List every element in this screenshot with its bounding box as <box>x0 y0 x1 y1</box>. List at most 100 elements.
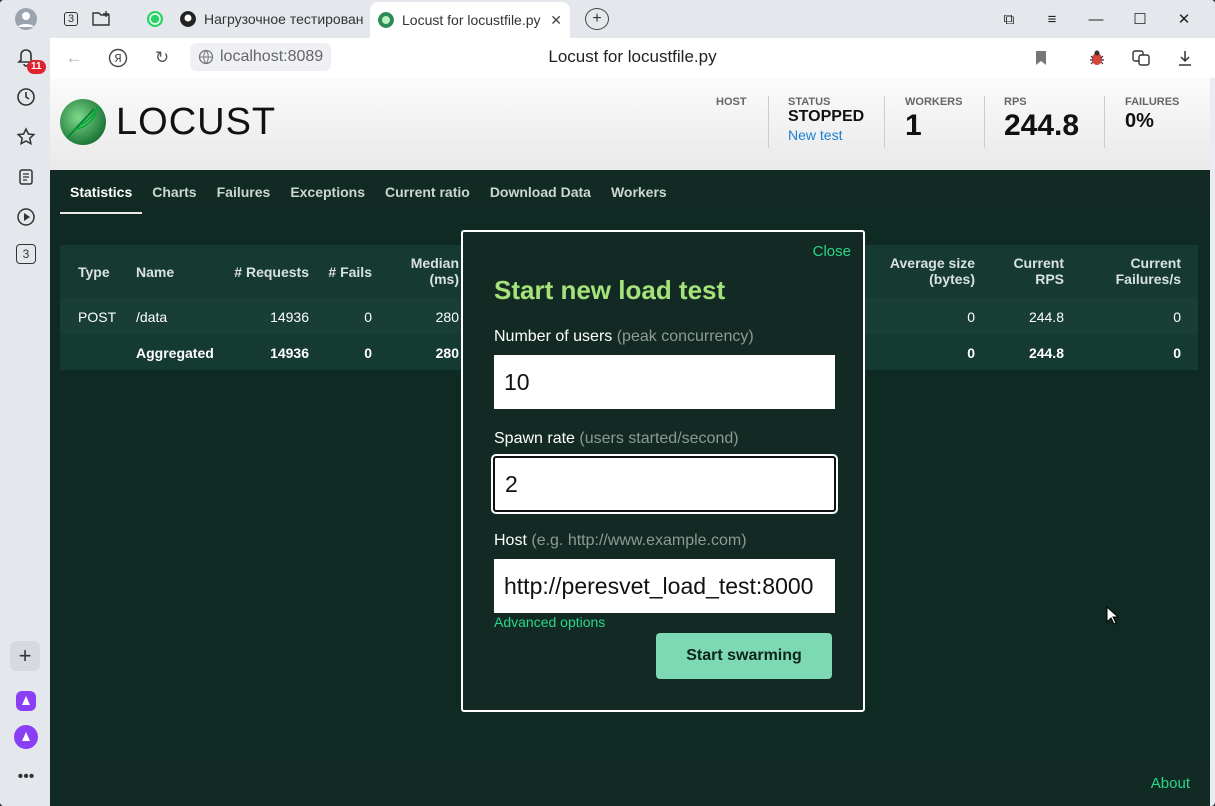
play-icon[interactable] <box>13 204 39 230</box>
star-icon[interactable] <box>13 124 39 150</box>
whatsapp-tab[interactable] <box>140 4 170 34</box>
col-fails[interactable]: # Fails <box>328 264 372 280</box>
more-icon[interactable]: ••• <box>13 764 39 790</box>
col-avg-size[interactable]: Average size (bytes) <box>890 255 975 287</box>
users-hint: (peak concurrency) <box>616 328 754 345</box>
users-input[interactable]: 10 <box>494 355 835 409</box>
cell-fail-s: 0 <box>1173 309 1181 325</box>
new-tab-button[interactable]: + <box>585 8 609 30</box>
logo-text: LOCUST <box>116 100 277 143</box>
url-text: localhost:8089 <box>220 48 324 65</box>
svg-text:Я: Я <box>114 52 122 65</box>
workers-label: WORKERS <box>905 96 963 108</box>
host-label: Host (e.g. http://www.example.com) <box>494 532 747 550</box>
cell-rps: 244.8 <box>1028 345 1064 361</box>
back-icon[interactable]: ← <box>61 45 87 71</box>
spawn-rate-input[interactable]: 2 <box>491 454 838 514</box>
cell-fails: 0 <box>364 309 372 325</box>
start-test-modal: Close Start new load test Number of user… <box>461 230 865 712</box>
failures-value: 0% <box>1125 110 1154 132</box>
nav-tabs: Statistics Charts Failures Exceptions Cu… <box>50 170 1210 214</box>
yandex-icon[interactable]: Я <box>105 45 131 71</box>
header-divider <box>984 96 985 148</box>
locust-logo: LOCUST <box>60 99 276 145</box>
alice-app-icon[interactable] <box>13 688 39 714</box>
close-tab-icon[interactable]: ✕ <box>550 12 562 29</box>
status-label: STATUS <box>788 96 831 108</box>
cell-requests: 14936 <box>270 309 309 325</box>
mouse-cursor-icon <box>1106 606 1120 625</box>
host-hint: (e.g. http://www.example.com) <box>531 532 747 549</box>
tab-counter-icon[interactable]: 3 <box>16 244 36 264</box>
profile-icon[interactable] <box>13 6 39 32</box>
spawn-label-text: Spawn rate <box>494 430 575 447</box>
tab-statistics[interactable]: Statistics <box>60 170 143 214</box>
tab-download-data[interactable]: Download Data <box>480 170 601 214</box>
site-info-icon <box>198 49 214 65</box>
tab-counter[interactable]: 3 <box>56 4 86 34</box>
bookmarks-panel-icon[interactable]: ⧉ <box>996 6 1022 32</box>
col-median[interactable]: Median (ms) <box>411 255 459 287</box>
locust-logo-icon <box>60 99 106 145</box>
tab-strip: 3 Нагрузочное тестирован Locust for locu… <box>50 0 1215 38</box>
footer: About <box>50 761 1210 806</box>
add-icon[interactable]: + <box>10 641 40 671</box>
minimize-icon[interactable]: — <box>1083 6 1109 32</box>
tab-counter-value: 3 <box>63 12 79 26</box>
new-test-link[interactable]: New test <box>788 127 864 143</box>
col-current-rps[interactable]: Current RPS <box>1013 255 1064 287</box>
failures-label: FAILURES <box>1125 96 1180 108</box>
header-divider <box>1104 96 1105 148</box>
new-tab-group-icon[interactable] <box>88 4 116 34</box>
tab-locust[interactable]: Locust for locustfile.py ✕ <box>370 2 570 38</box>
workers-value: 1 <box>905 109 922 142</box>
tab-failures[interactable]: Failures <box>207 170 281 214</box>
close-modal-link[interactable]: Close <box>813 243 851 260</box>
tab-github[interactable]: Нагрузочное тестирован <box>172 4 365 34</box>
col-avg-size-line2: (bytes) <box>929 271 975 287</box>
tab-charts[interactable]: Charts <box>142 170 206 214</box>
collections-icon[interactable] <box>13 164 39 190</box>
tab-current-ratio[interactable]: Current ratio <box>375 170 480 214</box>
header-divider <box>768 96 769 148</box>
col-rps-line2: RPS <box>1035 271 1064 287</box>
tab-workers[interactable]: Workers <box>601 170 677 214</box>
menu-icon[interactable]: ≡ <box>1039 6 1065 32</box>
bookmark-icon[interactable] <box>1028 45 1054 71</box>
extension-bug-icon[interactable] <box>1084 45 1110 71</box>
advanced-options-link[interactable]: Advanced options <box>494 614 605 630</box>
col-fail-s-line1: Current <box>1130 255 1181 271</box>
cell-fails: 0 <box>364 345 372 361</box>
url-field[interactable]: localhost:8089 <box>190 43 332 71</box>
col-name[interactable]: Name <box>136 264 174 280</box>
workers-stat: WORKERS 1 <box>905 96 962 144</box>
cell-name: /data <box>136 309 168 325</box>
alice-icon[interactable] <box>13 724 39 750</box>
close-window-icon[interactable]: ✕ <box>1171 6 1197 32</box>
tab-github-label: Нагрузочное тестирован <box>204 11 364 27</box>
history-icon[interactable] <box>13 84 39 110</box>
tab-exceptions[interactable]: Exceptions <box>280 170 375 214</box>
cell-avg-size: 0 <box>967 345 975 361</box>
col-requests[interactable]: # Requests <box>234 264 309 280</box>
failures-stat: FAILURES 0% <box>1125 96 1179 134</box>
host-input[interactable]: http://peresvet_load_test:8000 <box>494 559 835 613</box>
notification-badge: 11 <box>27 60 46 74</box>
start-swarming-button[interactable]: Start swarming <box>656 633 832 679</box>
maximize-icon[interactable]: ☐ <box>1127 6 1153 32</box>
status-value: STOPPED <box>788 108 865 125</box>
rps-stat: RPS 244.8 <box>1004 96 1079 144</box>
reload-icon[interactable]: ↻ <box>149 45 175 71</box>
rps-label: RPS <box>1004 96 1027 108</box>
browser-sidebar: 11 3 + ••• <box>0 0 50 806</box>
translate-icon[interactable] <box>1128 45 1154 71</box>
cell-avg-size: 0 <box>967 309 975 325</box>
download-icon[interactable] <box>1172 45 1198 71</box>
address-bar: ← Я ↻ localhost:8089 Locust for locustfi… <box>50 38 1215 78</box>
users-label: Number of users (peak concurrency) <box>494 328 754 346</box>
rps-value: 244.8 <box>1004 109 1080 142</box>
whatsapp-icon <box>147 11 163 27</box>
col-type[interactable]: Type <box>78 264 110 280</box>
about-link[interactable]: About <box>1151 775 1190 792</box>
col-failures-per-s[interactable]: Current Failures/s <box>1116 255 1181 287</box>
